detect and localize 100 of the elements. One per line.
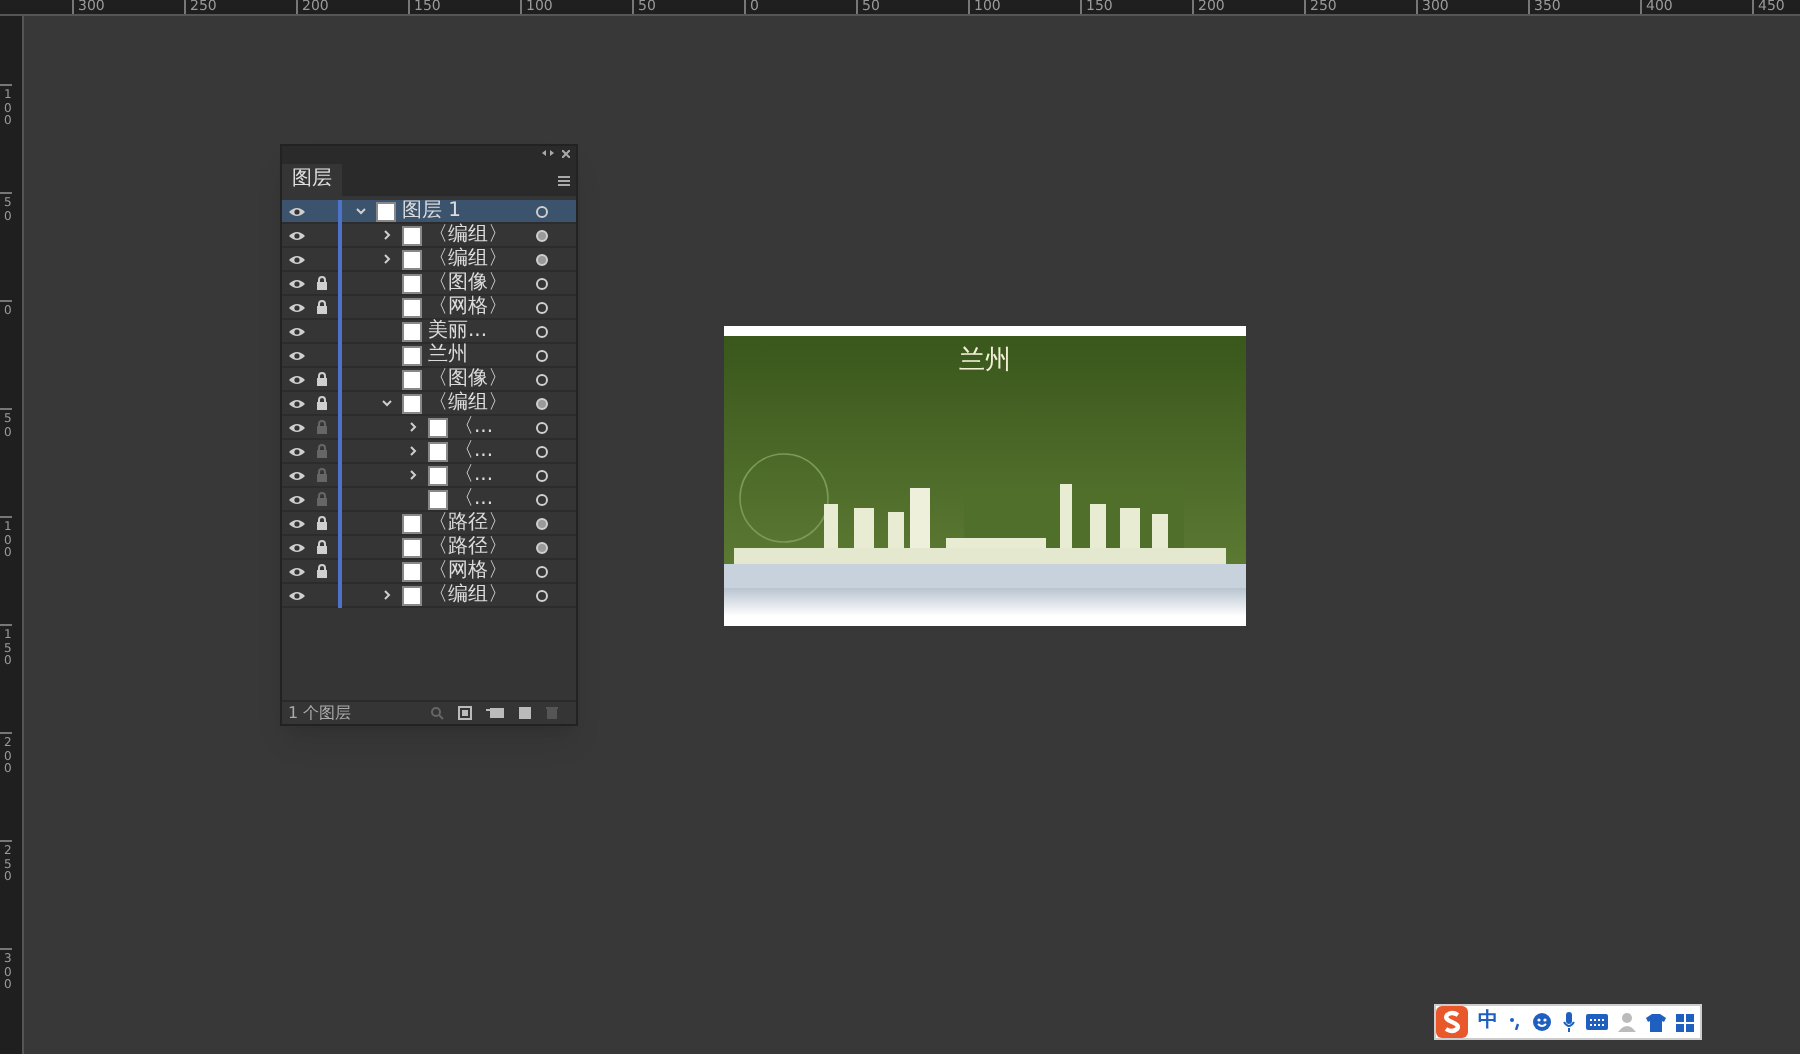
- layer-row[interactable]: 〈路径〉: [282, 536, 576, 560]
- layer-row[interactable]: 〈图像〉: [282, 272, 576, 296]
- eye-icon[interactable]: [287, 517, 305, 529]
- layer-row[interactable]: 〈网格〉: [282, 560, 576, 584]
- layer-name: 〈编组〉: [428, 585, 508, 605]
- layer-name: 图层 1: [402, 201, 462, 221]
- new-layer-icon[interactable]: [518, 706, 532, 720]
- eye-icon[interactable]: [287, 301, 305, 313]
- target-icon[interactable]: [536, 589, 548, 601]
- grid-icon[interactable]: [1676, 1013, 1694, 1031]
- eye-icon[interactable]: [287, 253, 305, 265]
- lock-icon[interactable]: [316, 300, 328, 314]
- eye-icon[interactable]: [287, 541, 305, 553]
- chevron-icon[interactable]: [381, 590, 391, 600]
- target-icon[interactable]: [536, 205, 548, 217]
- eye-icon[interactable]: [287, 349, 305, 361]
- layer-name: 〈网格〉: [428, 561, 508, 581]
- layer-row[interactable]: 〈...: [282, 440, 576, 464]
- layer-row[interactable]: 〈编组〉: [282, 584, 576, 608]
- layer-name: 〈...: [454, 465, 494, 485]
- layer-name: 兰州: [428, 345, 468, 365]
- eye-icon[interactable]: [287, 421, 305, 433]
- layer-name: 〈...: [454, 417, 494, 437]
- target-icon[interactable]: [536, 397, 548, 409]
- microphone-icon[interactable]: [1562, 1012, 1576, 1032]
- eye-icon[interactable]: [287, 565, 305, 577]
- chevron-icon[interactable]: [381, 230, 391, 240]
- layer-row[interactable]: 〈网格〉: [282, 296, 576, 320]
- target-icon[interactable]: [536, 445, 548, 457]
- layer-row[interactable]: 〈编组〉: [282, 248, 576, 272]
- lock-icon[interactable]: [316, 540, 328, 554]
- target-icon[interactable]: [536, 373, 548, 385]
- layer-row[interactable]: 〈...: [282, 416, 576, 440]
- lock-icon[interactable]: [316, 564, 328, 578]
- eye-icon[interactable]: [287, 373, 305, 385]
- eye-icon[interactable]: [287, 493, 305, 505]
- layer-row[interactable]: 图层 1: [282, 200, 576, 224]
- layer-name: 〈网格〉: [428, 297, 508, 317]
- menu-icon[interactable]: [558, 176, 570, 186]
- square-icon[interactable]: [458, 706, 472, 720]
- lock-icon[interactable]: [316, 372, 328, 386]
- close-icon[interactable]: [562, 149, 570, 157]
- layer-row[interactable]: 〈路径〉: [282, 512, 576, 536]
- layer-name: 〈...: [454, 441, 494, 461]
- layer-name: 美丽...: [428, 321, 488, 341]
- chevron-icon[interactable]: [381, 254, 391, 264]
- layer-name: 〈路径〉: [428, 513, 508, 533]
- chevron-icon[interactable]: [381, 398, 391, 408]
- layer-name: 〈编组〉: [428, 225, 508, 245]
- target-icon[interactable]: [536, 541, 548, 553]
- punctuation-icon[interactable]: [1508, 1015, 1522, 1029]
- layer-name: 〈图像〉: [428, 273, 508, 293]
- panel-tab[interactable]: 图层: [282, 164, 342, 196]
- target-icon[interactable]: [536, 421, 548, 433]
- input-mode-toggle[interactable]: 中: [1478, 1012, 1498, 1032]
- lock-icon[interactable]: [316, 516, 328, 530]
- artwork-title: 兰州: [959, 348, 1011, 374]
- layer-row[interactable]: 〈...: [282, 488, 576, 512]
- eye-icon[interactable]: [287, 469, 305, 481]
- layer-row[interactable]: 美丽...: [282, 320, 576, 344]
- target-icon[interactable]: [536, 349, 548, 361]
- layer-count: 1 个图层: [288, 705, 352, 721]
- layer-row[interactable]: 〈编组〉: [282, 224, 576, 248]
- target-icon[interactable]: [536, 565, 548, 577]
- layer-row[interactable]: 〈编组〉: [282, 392, 576, 416]
- target-icon[interactable]: [536, 253, 548, 265]
- target-icon[interactable]: [536, 325, 548, 337]
- layer-name: 〈图像〉: [428, 369, 508, 389]
- target-icon[interactable]: [536, 517, 548, 529]
- lock-icon[interactable]: [316, 276, 328, 290]
- target-icon[interactable]: [536, 469, 548, 481]
- target-icon[interactable]: [536, 229, 548, 241]
- eye-icon[interactable]: [287, 277, 305, 289]
- layer-stack-icon[interactable]: [486, 706, 504, 720]
- collapse-icon[interactable]: [542, 150, 554, 156]
- target-icon[interactable]: [536, 301, 548, 313]
- smiley-icon[interactable]: [1532, 1012, 1552, 1032]
- eye-icon[interactable]: [287, 589, 305, 601]
- chevron-icon[interactable]: [355, 206, 365, 216]
- shirt-icon[interactable]: [1646, 1013, 1666, 1031]
- layer-name: 〈路径〉: [428, 537, 508, 557]
- target-icon[interactable]: [536, 277, 548, 289]
- app-logo-icon[interactable]: [1436, 1006, 1468, 1038]
- layer-name: 〈编组〉: [428, 393, 508, 413]
- chevron-icon[interactable]: [407, 470, 417, 480]
- eye-icon[interactable]: [287, 229, 305, 241]
- chevron-icon[interactable]: [407, 422, 417, 432]
- eye-icon[interactable]: [287, 397, 305, 409]
- eye-icon[interactable]: [287, 325, 305, 337]
- layer-name: 〈编组〉: [428, 249, 508, 269]
- eye-icon[interactable]: [287, 445, 305, 457]
- layer-row[interactable]: 〈图像〉: [282, 368, 576, 392]
- layer-name: 〈...: [454, 489, 494, 509]
- eye-icon[interactable]: [287, 205, 305, 217]
- layer-row[interactable]: 〈...: [282, 464, 576, 488]
- chevron-icon[interactable]: [407, 446, 417, 456]
- target-icon[interactable]: [536, 493, 548, 505]
- layer-row[interactable]: 兰州: [282, 344, 576, 368]
- lock-icon[interactable]: [316, 396, 328, 410]
- keyboard-icon[interactable]: [1586, 1014, 1608, 1030]
